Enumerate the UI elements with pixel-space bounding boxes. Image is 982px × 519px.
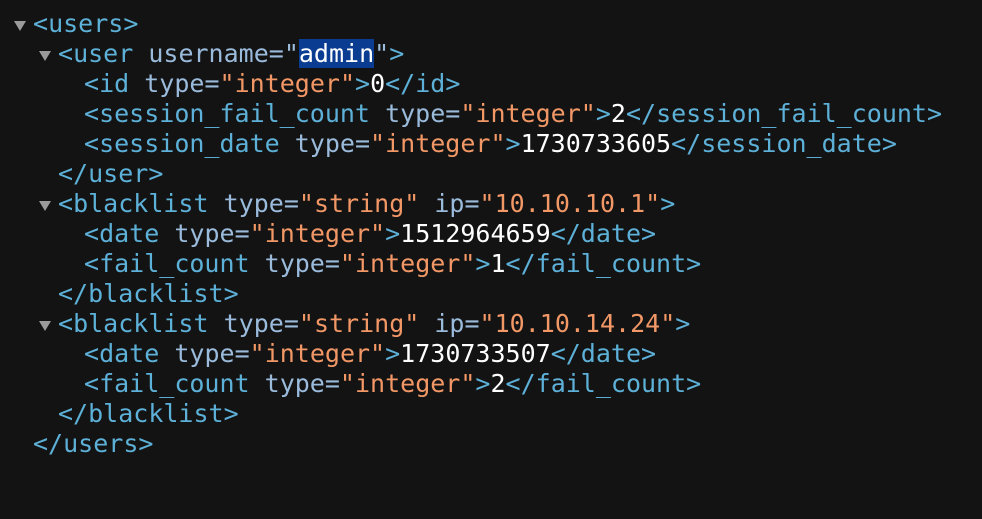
triangle-down-icon[interactable] [14, 9, 26, 39]
attr-name: type [174, 219, 235, 248]
xml-line-session-fail-count: <session_fail_count type="integer">2</se… [0, 99, 942, 129]
element-value: 2 [490, 369, 506, 398]
xml-line-session-date: <session_date type="integer">1730733605<… [0, 129, 897, 159]
xml-element-session-fail-count: <session_fail_count type="integer">2</se… [84, 99, 943, 128]
attr-value: integer [354, 249, 461, 278]
attr-value: integer [354, 369, 461, 398]
triangle-down-icon[interactable] [39, 39, 51, 69]
attr-name: username [148, 39, 269, 68]
attr-name: type [144, 69, 205, 98]
xml-line-blacklist-2-close: </blacklist> [0, 399, 239, 429]
attr-value: integer [475, 99, 581, 128]
element-value: 1730733507 [400, 339, 551, 368]
xml-line-blacklist-2-fail-count: <fail_count type="integer">2</fail_count… [0, 369, 701, 399]
xml-line-id: <id type="integer">0</id> [0, 69, 460, 99]
attr-value: 10.10.10.1 [494, 189, 646, 218]
xml-tag-blacklist-1-open: <blacklist type="string" ip="10.10.10.1"… [58, 189, 676, 218]
element-value: 1 [490, 249, 506, 278]
xml-element-session-date: <session_date type="integer">1730733605<… [84, 129, 897, 158]
xml-line-users-open: <users> [0, 9, 138, 39]
xml-tag-users-open: <users> [33, 9, 139, 38]
tag-name: date [580, 339, 642, 368]
xml-line-user-close: </user> [0, 159, 163, 189]
attr-value: integer [385, 129, 491, 158]
attr-value: string [313, 309, 405, 338]
attr-name: type [223, 309, 284, 338]
xml-element-id: <id type="integer">0</id> [84, 69, 461, 98]
xml-tag-blacklist-1-close: </blacklist> [58, 279, 239, 308]
xml-line-blacklist-1-close: </blacklist> [0, 279, 239, 309]
tag-name: date [99, 219, 160, 248]
xml-element-date: <date type="integer">1730733507</date> [84, 339, 657, 368]
tag-name: session_date [99, 129, 280, 158]
tag-name: session_date [701, 129, 882, 158]
attr-value: integer [264, 339, 371, 368]
attr-name: ip [434, 309, 465, 338]
xml-line-blacklist-1-date: <date type="integer">1512964659</date> [0, 219, 656, 249]
element-value: 0 [370, 69, 386, 98]
attr-value: integer [234, 69, 340, 98]
attr-name: type [264, 249, 325, 278]
triangle-down-icon[interactable] [39, 309, 51, 339]
xml-tag-user-open: <user username="admin"> [58, 39, 405, 68]
tag-name: session_fail_count [99, 99, 370, 128]
element-value: 2 [610, 99, 626, 128]
xml-line-blacklist-1-open: <blacklist type="string" ip="10.10.10.1"… [0, 189, 675, 219]
tag-name: blacklist [88, 279, 224, 308]
tag-name: session_fail_count [656, 99, 927, 128]
tag-name: id [99, 69, 130, 98]
tag-name: user [73, 39, 134, 68]
tag-name: fail_count [535, 369, 687, 398]
attr-value: integer [264, 219, 371, 248]
xml-element-fail-count: <fail_count type="integer">2</fail_count… [84, 369, 702, 398]
xml-line-blacklist-2-date: <date type="integer">1730733507</date> [0, 339, 656, 369]
tag-name: id [415, 69, 446, 98]
xml-element-fail-count: <fail_count type="integer">1</fail_count… [84, 249, 702, 278]
tag-name: fail_count [99, 369, 250, 398]
element-value: 1512964659 [400, 219, 551, 248]
tag-name: date [99, 339, 160, 368]
xml-tag-user-close: </user> [58, 159, 164, 188]
attr-name: type [385, 99, 446, 128]
tag-name: users [48, 9, 124, 38]
attr-name: type [264, 369, 325, 398]
attr-name: ip [434, 189, 465, 218]
xml-line-users-close: </users> [0, 429, 153, 459]
xml-element-date: <date type="integer">1512964659</date> [84, 219, 657, 248]
xml-line-blacklist-2-open: <blacklist type="string" ip="10.10.14.24… [0, 309, 690, 339]
xml-tag-blacklist-2-close: </blacklist> [58, 399, 239, 428]
tag-name: users [63, 429, 139, 458]
tag-name: blacklist [73, 309, 209, 338]
xml-tag-blacklist-2-open: <blacklist type="string" ip="10.10.14.24… [58, 309, 691, 338]
attr-name: type [294, 129, 355, 158]
element-value: 1730733605 [520, 129, 672, 158]
tag-name: date [580, 219, 642, 248]
tag-name: fail_count [99, 249, 250, 278]
tag-name: blacklist [88, 399, 224, 428]
triangle-down-icon[interactable] [39, 189, 51, 219]
xml-tree-viewer: <users> <user username="admin"> <id type… [0, 0, 982, 489]
attr-value: 10.10.14.24 [494, 309, 661, 338]
xml-line-user-open: <user username="admin"> [0, 39, 404, 69]
attr-name: type [223, 189, 284, 218]
tag-name: blacklist [73, 189, 209, 218]
tag-name: fail_count [535, 249, 687, 278]
attr-value: string [313, 189, 405, 218]
tag-name: user [88, 159, 149, 188]
attr-name: type [174, 339, 235, 368]
xml-line-blacklist-1-fail-count: <fail_count type="integer">1</fail_count… [0, 249, 701, 279]
username-value-selected[interactable]: admin [298, 39, 375, 68]
xml-tag-users-close: </users> [33, 429, 154, 458]
